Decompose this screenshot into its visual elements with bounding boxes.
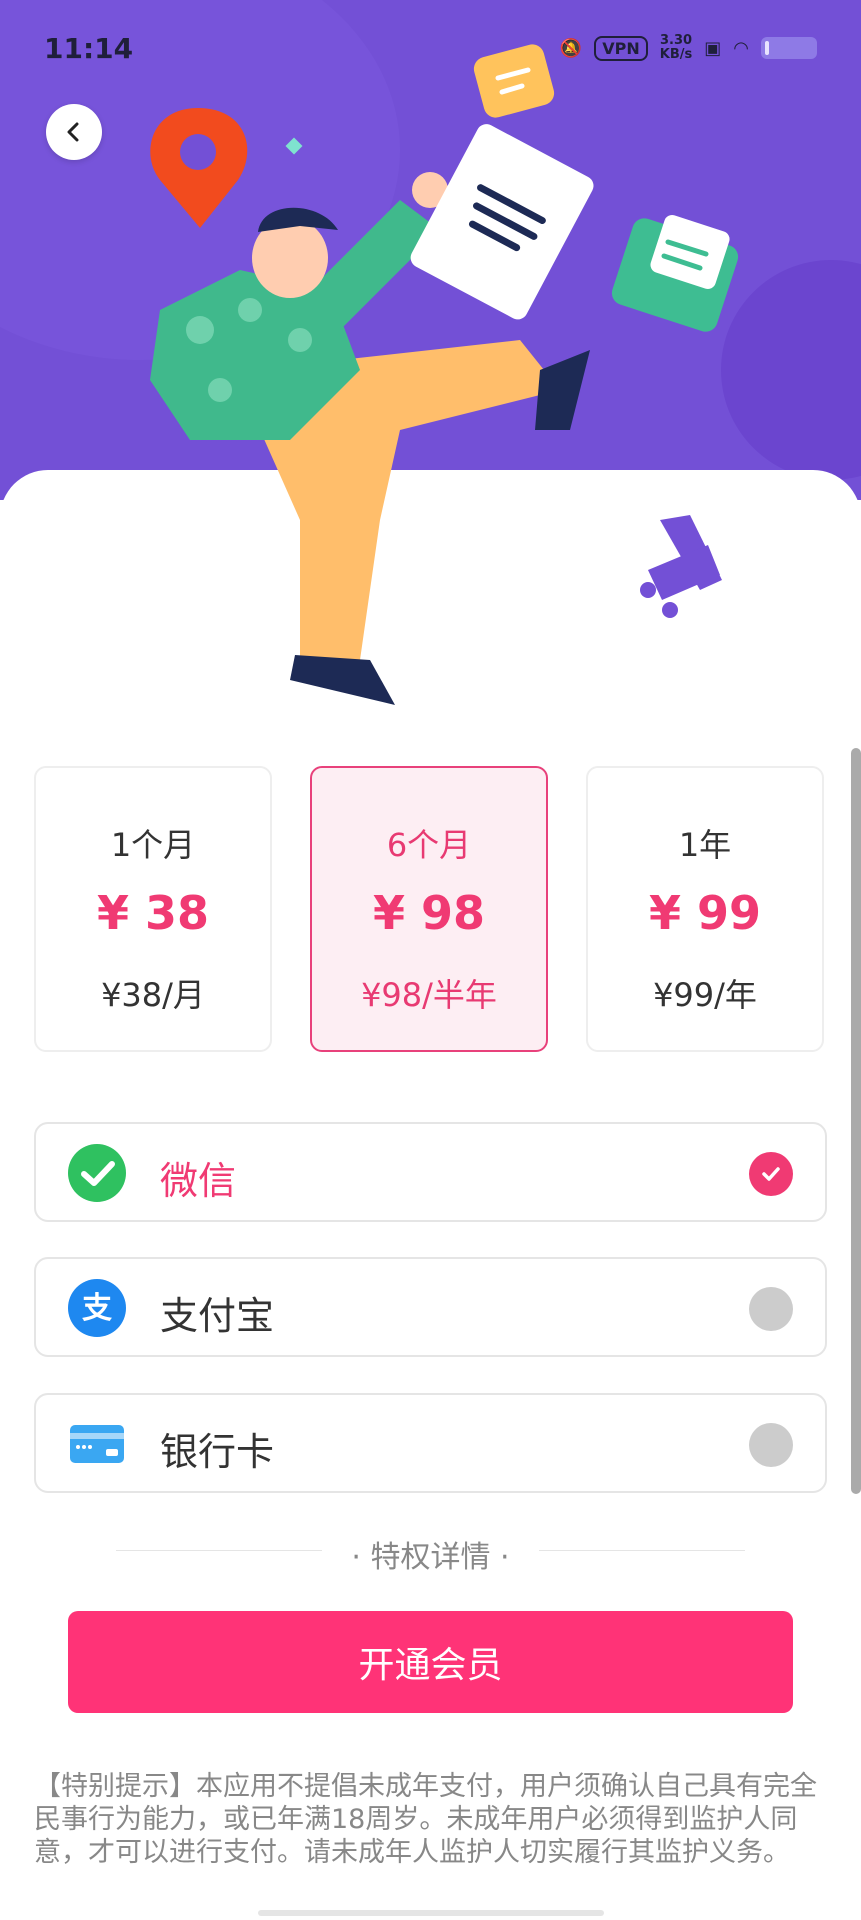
payment-option-wechat[interactable]: 微信 bbox=[34, 1122, 827, 1222]
scrollbar[interactable] bbox=[851, 748, 861, 1494]
payment-option-alipay[interactable]: 支 支付宝 bbox=[34, 1257, 827, 1357]
plan-price: ¥ 98 bbox=[372, 886, 486, 940]
payment-label: 支付宝 bbox=[160, 1294, 275, 1338]
vpn-badge: VPN bbox=[594, 35, 648, 61]
plan-name: 6个月 bbox=[386, 826, 472, 864]
plan-period-price: ¥38/月 bbox=[101, 976, 205, 1014]
plan-period-price: ¥99/年 bbox=[653, 976, 757, 1014]
activate-membership-button[interactable]: 开通会员 bbox=[68, 1611, 793, 1713]
plan-name: 1年 bbox=[678, 826, 732, 864]
plan-card-1-year[interactable]: 1年 ¥ 99 ¥99/年 bbox=[586, 766, 824, 1052]
document-icon bbox=[410, 124, 594, 320]
home-indicator[interactable] bbox=[258, 1910, 604, 1916]
alipay-icon: 支 bbox=[68, 1279, 126, 1337]
chevron-left-icon bbox=[67, 122, 79, 142]
status-icons: 🔕 VPN 3.30 KB/s ▣ ◠ bbox=[560, 34, 817, 62]
minor-payment-notice: 【特别提示】本应用不提倡未成年支付，用户须确认自己具有完全民事行为能力，或已年满… bbox=[34, 1771, 817, 1868]
plan-card-6-months[interactable]: 6个月 ¥ 98 ¥98/半年 bbox=[310, 766, 548, 1052]
battery-icon bbox=[761, 37, 817, 59]
sim-icon: ▣ bbox=[704, 37, 722, 59]
hero-banner: 11:14 🔕 VPN 3.30 KB/s ▣ ◠ bbox=[0, 0, 861, 720]
radio-unselected[interactable] bbox=[749, 1287, 793, 1331]
radio-selected[interactable] bbox=[749, 1152, 793, 1196]
network-speed: 3.30 KB/s bbox=[659, 33, 693, 62]
perks-details-link[interactable]: · 特权详情 · bbox=[116, 1530, 745, 1575]
plan-options: 1个月 ¥ 38 ¥38/月 6个月 ¥ 98 ¥98/半年 1年 ¥ 99 ¥… bbox=[34, 766, 827, 1052]
plan-card-1-month[interactable]: 1个月 ¥ 38 ¥38/月 bbox=[34, 766, 272, 1052]
check-icon bbox=[762, 1167, 780, 1181]
shopping-cart-icon bbox=[640, 515, 722, 618]
radio-unselected[interactable] bbox=[749, 1423, 793, 1467]
status-time: 11:14 bbox=[44, 32, 134, 65]
wechat-icon bbox=[68, 1144, 126, 1202]
wifi-icon: ◠ bbox=[733, 37, 749, 59]
member-illustration bbox=[150, 44, 739, 705]
plan-name: 1个月 bbox=[110, 826, 196, 864]
back-button[interactable] bbox=[46, 104, 102, 160]
status-bar: 11:14 🔕 VPN 3.30 KB/s ▣ ◠ bbox=[0, 0, 861, 100]
bank-card-icon bbox=[70, 1425, 124, 1463]
mute-bell-icon: 🔕 bbox=[559, 37, 583, 59]
plan-price: ¥ 99 bbox=[648, 886, 762, 940]
plan-period-price: ¥98/半年 bbox=[361, 976, 497, 1014]
envelope-icon bbox=[611, 215, 739, 332]
payment-option-bank-card[interactable]: 银行卡 bbox=[34, 1393, 827, 1493]
perks-label: · 特权详情 · bbox=[351, 1540, 510, 1575]
payment-label: 微信 bbox=[160, 1159, 237, 1203]
svg-text:支: 支 bbox=[82, 1291, 112, 1326]
payment-label: 银行卡 bbox=[160, 1430, 275, 1474]
location-pin-icon bbox=[150, 108, 248, 228]
plan-price: ¥ 38 bbox=[96, 886, 210, 940]
